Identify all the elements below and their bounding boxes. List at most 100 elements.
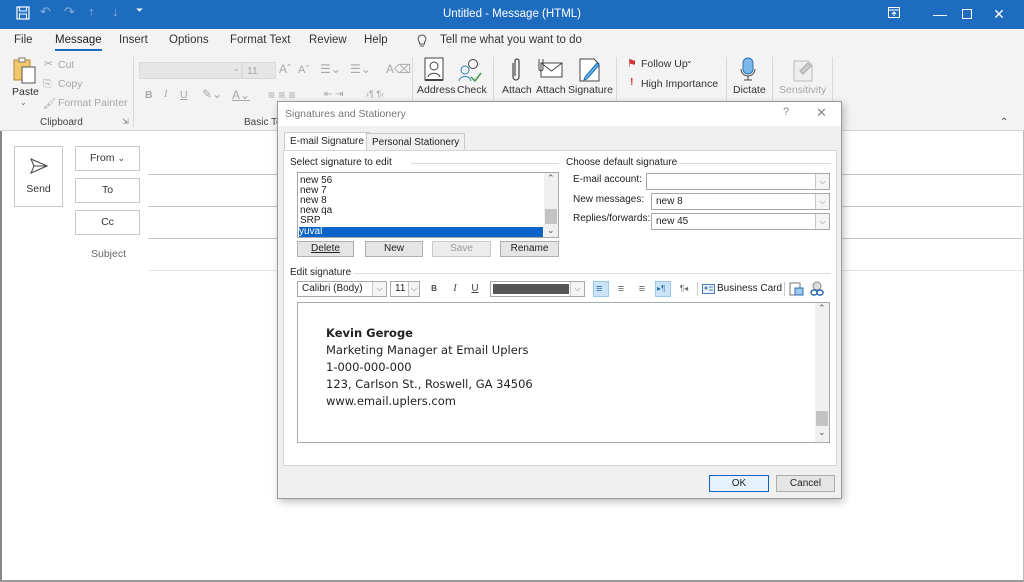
scroll-up-icon[interactable]: ⌃ bbox=[818, 303, 826, 314]
tell-me-search[interactable]: Tell me what you want to do bbox=[440, 34, 582, 46]
copy-icon: ⎘ bbox=[43, 78, 52, 90]
save-button[interactable]: Save bbox=[432, 241, 491, 257]
tab-help[interactable]: Help bbox=[364, 34, 388, 46]
tab-file[interactable]: File bbox=[14, 34, 33, 46]
signature-icon[interactable] bbox=[578, 57, 602, 86]
delete-button[interactable]: Delete bbox=[297, 241, 354, 257]
insert-hyperlink-icon[interactable] bbox=[809, 281, 825, 297]
replies-forwards-select[interactable]: new 45 ⌵ bbox=[651, 213, 830, 230]
signature-editor[interactable]: Kevin Geroge Marketing Manager at Email … bbox=[297, 302, 830, 443]
chevron-down-icon: ⌵ bbox=[815, 194, 829, 209]
collapse-ribbon-icon[interactable]: ⌃ bbox=[1000, 117, 1008, 128]
highlight-icon[interactable]: ✎⌄ bbox=[202, 87, 222, 101]
email-account-select[interactable]: ⌵ bbox=[646, 173, 830, 190]
send-button[interactable]: Send bbox=[14, 146, 63, 207]
edit-signature-label: Edit signature bbox=[290, 267, 352, 278]
tab-message[interactable]: Message bbox=[55, 34, 102, 51]
ltr-button[interactable]: ▸¶ bbox=[655, 281, 671, 297]
font-color-icon[interactable]: A⌄ bbox=[232, 88, 250, 102]
high-importance-button[interactable]: High Importance bbox=[641, 78, 718, 90]
direction-icons[interactable]: ›¶ ¶‹ bbox=[366, 89, 384, 99]
address-book-icon[interactable] bbox=[423, 57, 445, 86]
indent-icons[interactable]: ⇤ ⇥ bbox=[324, 89, 344, 100]
tab-email-signature[interactable]: E-mail Signature bbox=[284, 132, 370, 151]
scroll-up-icon[interactable]: ⌃ bbox=[547, 173, 555, 184]
chevron-down-icon: ⌵ bbox=[372, 282, 386, 296]
sensitivity-button[interactable]: Sensitivity bbox=[779, 84, 826, 96]
align-left-button[interactable]: ≡ bbox=[593, 281, 609, 297]
underline-button[interactable]: U bbox=[180, 89, 188, 101]
grow-font-icon[interactable]: Aˆ bbox=[279, 62, 291, 76]
tab-insert[interactable]: Insert bbox=[119, 34, 148, 46]
bold-button[interactable]: B bbox=[428, 281, 440, 297]
flag-icon: ⚑ bbox=[627, 58, 637, 70]
font-size-select[interactable]: 11 ⌵ bbox=[390, 281, 420, 297]
clear-formatting-icon[interactable]: A⌫ bbox=[386, 62, 411, 76]
underline-button[interactable]: U bbox=[469, 281, 481, 297]
tab-format-text[interactable]: Format Text bbox=[230, 34, 291, 46]
font-size-combo[interactable]: 11 bbox=[242, 62, 276, 79]
italic-button[interactable]: I bbox=[449, 281, 461, 297]
signature-address: 123, Carlson St., Roswell, GA 34506 bbox=[326, 377, 533, 391]
font-select[interactable]: Calibri (Body) ⌵ bbox=[297, 281, 387, 297]
dialog-close-button[interactable]: ✕ bbox=[816, 105, 827, 121]
clipboard-launcher-icon[interactable]: ⇲ bbox=[122, 117, 129, 126]
ok-button[interactable]: OK bbox=[709, 475, 769, 492]
follow-up-button[interactable]: Follow Up bbox=[641, 58, 688, 70]
align-center-button[interactable]: ≡ bbox=[615, 281, 627, 297]
scroll-thumb[interactable] bbox=[545, 209, 557, 224]
list-scrollbar[interactable]: ⌃ ⌄ bbox=[544, 173, 558, 237]
tab-review[interactable]: Review bbox=[309, 34, 347, 46]
tab-personal-stationery[interactable]: Personal Stationery bbox=[366, 133, 466, 151]
cut-button[interactable]: Cut bbox=[58, 59, 74, 71]
check-names-icon[interactable] bbox=[457, 57, 483, 86]
cc-button[interactable]: Cc bbox=[75, 210, 140, 235]
new-button[interactable]: New bbox=[365, 241, 423, 257]
from-button[interactable]: From ⌄ bbox=[75, 146, 140, 171]
bullets-icon[interactable]: ☰⌄ bbox=[320, 62, 341, 76]
bold-button[interactable]: B bbox=[145, 89, 153, 101]
format-painter-button[interactable]: Format Painter bbox=[58, 97, 127, 109]
signature-item-selected[interactable]: yuval bbox=[299, 227, 543, 237]
business-card-button[interactable]: Business Card bbox=[702, 281, 782, 297]
rename-button[interactable]: Rename bbox=[500, 241, 559, 257]
cancel-button[interactable]: Cancel bbox=[776, 475, 835, 492]
attach-file-icon[interactable] bbox=[509, 57, 523, 86]
insert-picture-icon[interactable] bbox=[789, 282, 804, 297]
align-icons[interactable]: ≡ ≡ ≡ bbox=[268, 88, 296, 102]
signature-button[interactable]: Signature bbox=[568, 84, 613, 96]
editor-scrollbar[interactable]: ⌃ ⌄ bbox=[815, 303, 829, 442]
dictate-button[interactable]: Dictate bbox=[733, 84, 766, 96]
copy-button[interactable]: Copy bbox=[58, 78, 83, 90]
font-name-combo[interactable] bbox=[139, 62, 242, 79]
signature-item[interactable]: SRP bbox=[300, 216, 321, 226]
check-names-button[interactable]: Check bbox=[457, 84, 487, 96]
follow-up-dropdown-icon[interactable]: ⌄ bbox=[686, 56, 693, 65]
to-button[interactable]: To bbox=[75, 178, 140, 203]
scroll-down-icon[interactable]: ⌄ bbox=[818, 427, 826, 438]
tab-options[interactable]: Options bbox=[169, 34, 209, 46]
close-button[interactable]: ✕ bbox=[976, 3, 1022, 25]
microphone-icon[interactable] bbox=[740, 57, 756, 86]
attach-item-button[interactable]: Attach bbox=[536, 84, 566, 96]
sensitivity-icon[interactable] bbox=[792, 57, 816, 86]
help-button[interactable]: ? bbox=[783, 106, 789, 118]
new-messages-select[interactable]: new 8 ⌵ bbox=[651, 193, 830, 210]
rtl-button[interactable]: ¶◂ bbox=[677, 281, 691, 297]
italic-button[interactable]: I bbox=[164, 89, 168, 100]
scroll-thumb[interactable] bbox=[816, 411, 828, 426]
paste-button[interactable]: Paste bbox=[12, 86, 39, 98]
attach-file-button[interactable]: Attach bbox=[502, 84, 532, 96]
address-book-button[interactable]: Address bbox=[417, 84, 456, 96]
paste-dropdown-icon[interactable]: ⌄ bbox=[20, 98, 27, 107]
scroll-down-icon[interactable]: ⌄ bbox=[547, 225, 555, 236]
paste-icon[interactable] bbox=[12, 57, 38, 88]
font-color-select[interactable]: ⌵ bbox=[490, 281, 585, 297]
shrink-font-icon[interactable]: Aˇ bbox=[298, 64, 309, 76]
numbering-icon[interactable]: ☰⌄ bbox=[350, 62, 371, 76]
font-name-dropdown-icon[interactable]: ⌄ bbox=[233, 64, 240, 73]
attach-item-icon[interactable] bbox=[536, 57, 564, 82]
align-right-button[interactable]: ≡ bbox=[636, 281, 648, 297]
ribbon-display-options-button[interactable] bbox=[871, 3, 917, 25]
signature-list[interactable]: new 56 new 7 new 8 new qa SRP yuval ⌃ ⌄ bbox=[297, 172, 559, 238]
